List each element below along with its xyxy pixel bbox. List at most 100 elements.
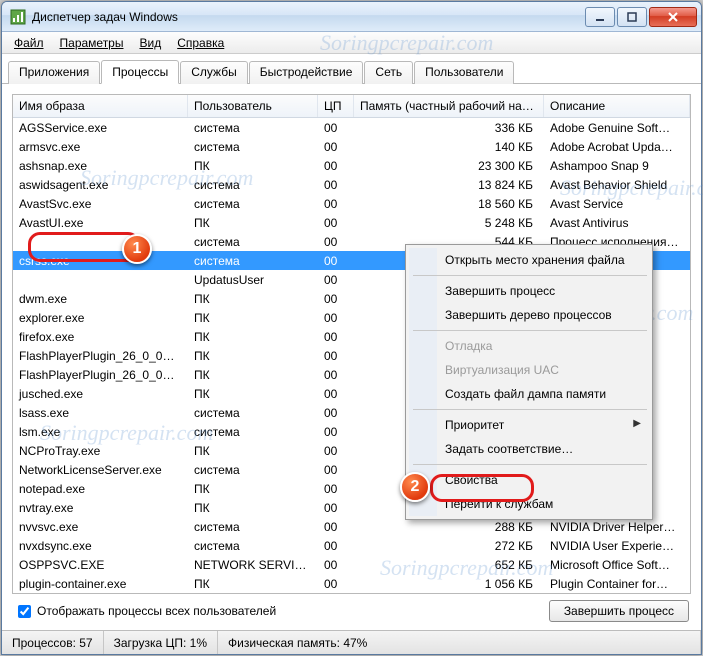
cell-cpu: 00 [318,195,354,213]
menu-file[interactable]: Файл [6,34,52,52]
cell-cpu: 00 [318,176,354,194]
show-all-users-checkbox[interactable] [18,605,31,618]
cell-image-name: plugin-container.exe [13,575,188,593]
cell-user: ПК [188,309,318,327]
cell-cpu: 00 [318,119,354,137]
tab-networking[interactable]: Сеть [364,61,413,84]
cell-description: Plugin Container for… [544,575,690,593]
cell-cpu: 00 [318,290,354,308]
process-row[interactable]: armsvc.exeсистема00140 КБAdobe Acrobat U… [13,137,690,156]
tab-processes[interactable]: Процессы [101,60,179,84]
cell-description: Avast Behavior Shield [544,176,690,194]
submenu-arrow-icon: ▶ [633,418,641,429]
cell-image-name: NCProTray.exe [13,442,188,460]
cell-cpu: 00 [318,252,354,270]
cell-image-name: firefox.exe [13,328,188,346]
tab-performance[interactable]: Быстродействие [249,61,364,84]
process-row[interactable]: aswidsagent.exeсистема0013 824 КБAvast B… [13,175,690,194]
cell-user: система [188,195,318,213]
status-memory: Физическая память: 47% [218,631,701,654]
context-menu-item[interactable]: Задать соответствие… [437,437,649,461]
cell-user: система [188,233,318,251]
context-menu-separator [413,409,647,410]
cell-cpu: 00 [318,480,354,498]
cell-cpu: 00 [318,461,354,479]
process-row[interactable]: AvastUI.exeПК005 248 КБAvast Antivirus [13,213,690,232]
menubar: Файл Параметры Вид Справка [2,32,701,54]
cell-user: ПК [188,499,318,517]
tab-applications[interactable]: Приложения [8,61,100,84]
cell-user: система [188,461,318,479]
col-description[interactable]: Описание [544,95,690,117]
cell-description: NVIDIA User Experie… [544,537,690,555]
cell-user: система [188,404,318,422]
context-menu-item[interactable]: Завершить дерево процессов [437,303,649,327]
cell-image-name: nvvsvc.exe [13,518,188,536]
cell-image-name: csrss.exe [13,252,188,270]
context-menu-item[interactable]: Приоритет▶ [437,413,649,437]
cell-memory: 272 КБ [354,537,544,555]
cell-user: система [188,518,318,536]
cell-cpu: 00 [318,537,354,555]
cell-memory: 140 КБ [354,138,544,156]
cell-user: система [188,138,318,156]
context-menu-item[interactable]: Завершить процесс [437,279,649,303]
menu-view[interactable]: Вид [131,34,169,52]
cell-user: ПК [188,480,318,498]
cell-image-name: OSPPSVC.EXE [13,556,188,574]
cell-cpu: 00 [318,214,354,232]
context-menu-item[interactable]: Перейти к службам [437,492,649,516]
col-image-name[interactable]: Имя образа [13,95,188,117]
cell-description: Adobe Acrobat Upda… [544,138,690,156]
cell-cpu: 00 [318,347,354,365]
menu-help[interactable]: Справка [169,34,232,52]
cell-cpu: 00 [318,157,354,175]
context-menu-item[interactable]: Свойства [437,468,649,492]
cell-user: UpdatusUser [188,271,318,289]
cell-cpu: 00 [318,575,354,593]
end-process-button[interactable]: Завершить процесс [549,600,689,622]
cell-memory: 1 056 КБ [354,575,544,593]
titlebar[interactable]: Диспетчер задач Windows [2,2,701,32]
cell-user: ПК [188,385,318,403]
cell-image-name: AvastSvc.exe [13,195,188,213]
process-row[interactable]: nvxdsync.exeсистема00272 КБNVIDIA User E… [13,536,690,555]
menu-options[interactable]: Параметры [52,34,132,52]
cell-memory: 652 КБ [354,556,544,574]
minimize-button[interactable] [585,7,615,27]
cell-image-name: AGSService.exe [13,119,188,137]
cell-user: система [188,423,318,441]
cell-cpu: 00 [318,442,354,460]
col-memory[interactable]: Память (частный рабочий набор) [354,95,544,117]
cell-description: Ashampoo Snap 9 [544,157,690,175]
below-list: Отображать процессы всех пользователей З… [12,594,691,624]
process-row[interactable]: ashsnap.exeПК0023 300 КБAshampoo Snap 9 [13,156,690,175]
process-row[interactable]: plugin-container.exeПК001 056 КБPlugin C… [13,574,690,593]
process-row[interactable]: AvastSvc.exeсистема0018 560 КБAvast Serv… [13,194,690,213]
cell-cpu: 00 [318,423,354,441]
cell-description: Microsoft Office Soft… [544,556,690,574]
col-user[interactable]: Пользователь [188,95,318,117]
app-icon [10,9,26,25]
cell-image-name: NetworkLicenseServer.exe [13,461,188,479]
context-menu-item[interactable]: Открыть место хранения файла [437,248,649,272]
cell-image-name: armsvc.exe [13,138,188,156]
cell-user: ПК [188,328,318,346]
cell-description: Avast Antivirus [544,214,690,232]
process-row[interactable]: OSPPSVC.EXENETWORK SERVICE00652 КБMicros… [13,555,690,574]
cell-image-name [13,240,188,244]
tab-services[interactable]: Службы [180,61,247,84]
cell-image-name: nvxdsync.exe [13,537,188,555]
process-row[interactable]: AGSService.exeсистема00336 КБAdobe Genui… [13,118,690,137]
tab-users[interactable]: Пользователи [414,61,514,84]
cell-user: ПК [188,214,318,232]
cell-memory: 18 560 КБ [354,195,544,213]
context-menu-item: Отладка [437,334,649,358]
close-button[interactable] [649,7,697,27]
cell-cpu: 00 [318,138,354,156]
maximize-button[interactable] [617,7,647,27]
context-menu-item[interactable]: Создать файл дампа памяти [437,382,649,406]
status-cpu: Загрузка ЦП: 1% [104,631,218,654]
status-bar: Процессов: 57 Загрузка ЦП: 1% Физическая… [2,630,701,654]
col-cpu[interactable]: ЦП [318,95,354,117]
